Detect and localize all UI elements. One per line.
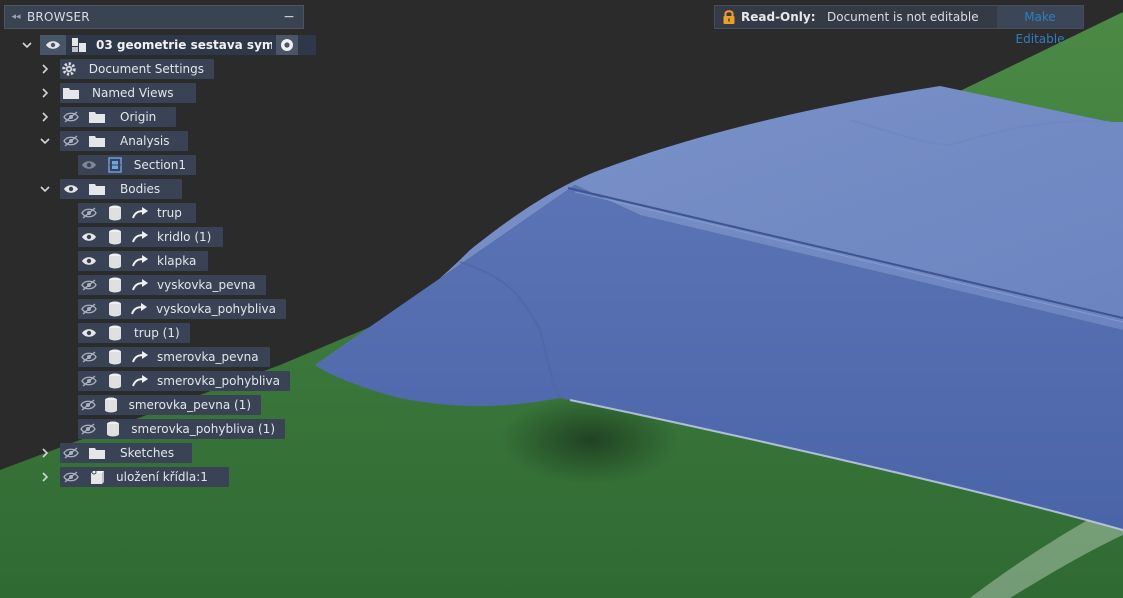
lock-icon	[719, 9, 739, 25]
tree-item-label: uložení křídla:1	[116, 470, 208, 484]
read-only-label: Read-Only:	[741, 10, 816, 24]
tree-item-analysis[interactable]: Analysis	[38, 131, 188, 151]
body-cylinder-icon	[104, 347, 126, 367]
eye-icon[interactable]	[78, 155, 100, 175]
body-cylinder-icon	[104, 371, 126, 391]
link-arrow-icon	[129, 227, 151, 247]
make-editable-button[interactable]: Make Editable	[997, 6, 1083, 46]
body-row-smerovka-pohybliva[interactable]: smerovka_pohybliva	[78, 371, 290, 391]
body-row-smerovka-pevna-1[interactable]: smerovka_pevna (1)	[78, 395, 261, 415]
tree-item-label: Sketches	[120, 446, 175, 460]
eye-hidden-icon[interactable]	[78, 395, 97, 415]
link-arrow-icon	[129, 371, 151, 391]
tree-item-label: vyskovka_pevna	[157, 278, 256, 292]
eye-icon[interactable]	[40, 35, 66, 55]
body-row-smerovka-pevna[interactable]: smerovka_pevna	[78, 347, 270, 367]
tree-item-joint[interactable]: uložení křídla:1	[38, 467, 229, 487]
gear-icon	[60, 59, 79, 79]
body-cylinder-icon	[104, 299, 126, 319]
root-document-label: 03 geometrie sestava symetr...	[96, 38, 272, 52]
body-row-trup-1[interactable]: trup (1)	[78, 323, 190, 343]
body-cylinder-icon	[103, 419, 124, 439]
chevron-right-icon[interactable]	[38, 83, 52, 103]
tree-item-label: Analysis	[120, 134, 170, 148]
link-arrow-icon	[128, 299, 150, 319]
body-row-vyskovka-pevna[interactable]: vyskovka_pevna	[78, 275, 266, 295]
tree-item-label: kridlo (1)	[157, 230, 212, 244]
eye-hidden-icon[interactable]	[60, 107, 82, 127]
tree-item-label: Named Views	[92, 86, 174, 100]
body-row-smerovka-pohybliva-1[interactable]: smerovka_pohybliva (1)	[78, 419, 285, 439]
chevron-down-icon[interactable]	[38, 131, 52, 151]
folder-icon	[86, 443, 108, 463]
tree-item-label: trup	[157, 206, 182, 220]
eye-icon[interactable]	[78, 323, 100, 343]
body-row-klapka[interactable]: klapka	[78, 251, 208, 271]
chevron-right-icon[interactable]	[38, 107, 52, 127]
eye-hidden-icon[interactable]	[60, 467, 82, 487]
collapse-panel-icon[interactable]: ◂◂	[5, 12, 27, 22]
tree-item-document-settings[interactable]: Document Settings	[38, 59, 214, 79]
body-cylinder-icon	[104, 251, 126, 271]
folder-icon	[86, 179, 108, 199]
tree-item-label: vyskovka_pohybliva	[156, 302, 276, 316]
body-row-vyskovka-pohybliva[interactable]: vyskovka_pohybliva	[78, 299, 286, 319]
folder-icon	[60, 83, 82, 103]
folder-icon	[86, 107, 108, 127]
eye-icon[interactable]	[78, 227, 100, 247]
tree-item-origin[interactable]: Origin	[38, 107, 176, 127]
tree-item-label: klapka	[157, 254, 197, 268]
joint-component-icon	[86, 467, 108, 487]
browser-title: BROWSER	[27, 10, 90, 24]
body-cylinder-icon	[104, 323, 126, 343]
body-cylinder-icon	[104, 227, 126, 247]
eye-icon[interactable]	[78, 251, 100, 271]
link-arrow-icon	[129, 251, 151, 271]
link-arrow-icon	[129, 347, 151, 367]
tree-item-label: smerovka_pevna	[157, 350, 259, 364]
chevron-right-icon[interactable]	[38, 59, 52, 79]
folder-icon	[86, 131, 108, 151]
tree-item-label: Document Settings	[88, 62, 204, 76]
eye-hidden-icon[interactable]	[78, 347, 100, 367]
link-arrow-icon	[129, 203, 151, 223]
tree-item-label: Section1	[133, 158, 186, 172]
tree-item-label: smerovka_pohybliva (1)	[131, 422, 275, 436]
component-assembly-icon	[66, 35, 92, 55]
chevron-right-icon[interactable]	[38, 443, 52, 463]
eye-icon[interactable]	[60, 179, 82, 199]
section-analysis-icon	[104, 155, 126, 175]
tree-item-label: smerovka_pevna (1)	[128, 398, 251, 412]
eye-hidden-icon[interactable]	[78, 419, 99, 439]
read-only-message: Document is not editable	[827, 10, 979, 24]
browser-panel-header: ◂◂ BROWSER −	[4, 5, 304, 29]
eye-hidden-icon[interactable]	[78, 371, 100, 391]
chevron-down-icon[interactable]	[20, 35, 34, 55]
eye-hidden-icon[interactable]	[78, 275, 100, 295]
activate-radio-icon[interactable]	[276, 35, 298, 55]
chevron-right-icon[interactable]	[38, 467, 52, 487]
body-cylinder-icon	[104, 203, 126, 223]
eye-hidden-icon[interactable]	[60, 443, 82, 463]
eye-hidden-icon[interactable]	[78, 299, 100, 319]
body-cylinder-icon	[101, 395, 120, 415]
tree-item-named-views[interactable]: Named Views	[38, 83, 196, 103]
tree-item-label: Origin	[120, 110, 157, 124]
eye-hidden-icon[interactable]	[78, 203, 100, 223]
body-row-kridlo-1[interactable]: kridlo (1)	[78, 227, 223, 247]
body-cylinder-icon	[104, 275, 126, 295]
tree-item-sketches[interactable]: Sketches	[38, 443, 192, 463]
tree-item-label: Bodies	[120, 182, 161, 196]
tree-item-bodies[interactable]: Bodies	[38, 179, 182, 199]
minimize-panel-button[interactable]: −	[275, 9, 303, 25]
tree-item-label: trup (1)	[134, 326, 180, 340]
tree-item-section1[interactable]: Section1	[78, 155, 196, 175]
eye-hidden-icon[interactable]	[60, 131, 82, 151]
tree-item-label: smerovka_pohybliva	[157, 374, 280, 388]
tree-root[interactable]: 03 geometrie sestava symetr...	[20, 35, 316, 55]
link-arrow-icon	[129, 275, 151, 295]
read-only-banner: Read-Only: Document is not editable Make…	[714, 5, 1084, 46]
chevron-down-icon[interactable]	[38, 179, 52, 199]
body-row-trup[interactable]: trup	[78, 203, 196, 223]
